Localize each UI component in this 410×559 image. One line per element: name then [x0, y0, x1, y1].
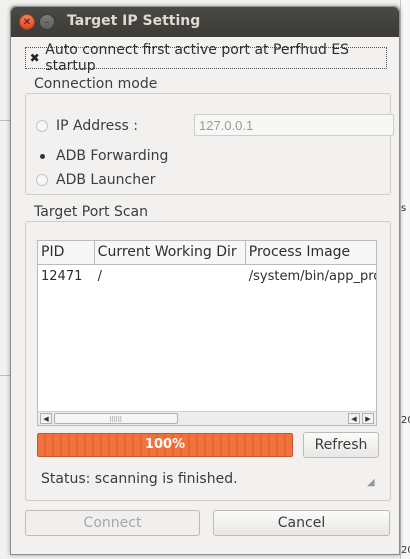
ip-address-input[interactable] [194, 114, 394, 136]
scroll-left-icon[interactable]: ◀ [40, 413, 52, 424]
background-divider [0, 375, 10, 376]
resize-grip-icon[interactable]: ◢ [367, 477, 379, 489]
table-row[interactable]: 12471 / /system/bin/app_process [38, 266, 376, 288]
cell-working-dir: / [97, 269, 103, 284]
refresh-button[interactable]: Refresh [303, 432, 379, 458]
title-bar[interactable]: ✕ – Target IP Setting [11, 7, 399, 37]
cancel-button[interactable]: Cancel [213, 510, 390, 536]
minimize-icon[interactable]: – [39, 14, 55, 30]
window-title: Target IP Setting [67, 13, 201, 29]
status-text: Status: scanning is finished. [41, 471, 238, 487]
connection-mode-group: Connection mode IP Address : ADB Forward… [25, 76, 394, 195]
scrollbar-thumb[interactable]: ⠿⠿⠿ [54, 413, 178, 424]
background-text: 20 [401, 415, 410, 426]
radio-button-icon [36, 120, 48, 132]
cell-pid: 12471 [41, 269, 83, 284]
radio-label: IP Address : [56, 118, 138, 134]
target-port-scan-title: Target Port Scan [34, 204, 149, 220]
radio-button-icon [36, 174, 48, 186]
radio-label: ADB Launcher [56, 172, 156, 188]
scan-progress-bar: 100% [37, 433, 293, 457]
connection-mode-title: Connection mode [34, 76, 158, 92]
table-header: PID Current Working Dir Process Image [38, 241, 376, 265]
horizontal-scrollbar[interactable]: ◀ ⠿⠿⠿ ◀ ▶ [38, 411, 376, 425]
background-text: 20 [401, 545, 410, 556]
background-divider [0, 120, 10, 121]
autoconnect-label: Auto connect first active port at Perfhu… [45, 42, 350, 74]
radio-button-selected-icon [36, 150, 48, 162]
target-ip-setting-dialog: ✕ – Target IP Setting ✖ Auto connect fir… [10, 6, 400, 555]
column-header-working-dir[interactable]: Current Working Dir [94, 241, 246, 265]
background-text: s [401, 203, 407, 214]
progress-text: 100% [144, 437, 186, 452]
checkbox-check-icon: ✖ [29, 51, 40, 65]
cell-process-image: /system/bin/app_process [248, 269, 376, 284]
column-header-pid[interactable]: PID [38, 241, 95, 265]
radio-ip-address[interactable]: IP Address : [36, 118, 138, 134]
radio-label: ADB Forwarding [56, 148, 169, 164]
process-table[interactable]: PID Current Working Dir Process Image 12… [37, 240, 377, 426]
autoconnect-checkbox[interactable]: ✖ Auto connect first active port at Perf… [25, 42, 387, 74]
background-window-edge [400, 0, 410, 559]
connect-button[interactable]: Connect [25, 510, 200, 536]
radio-adb-launcher[interactable]: ADB Launcher [36, 172, 155, 188]
scroll-right-icon[interactable]: ▶ [362, 413, 374, 424]
scroll-left-end-icon[interactable]: ◀ [348, 413, 360, 424]
column-header-process-image[interactable]: Process Image [245, 241, 376, 265]
grip-icon: ⠿⠿⠿ [109, 416, 122, 424]
radio-adb-forwarding[interactable]: ADB Forwarding [36, 148, 168, 164]
close-icon[interactable]: ✕ [19, 14, 35, 30]
